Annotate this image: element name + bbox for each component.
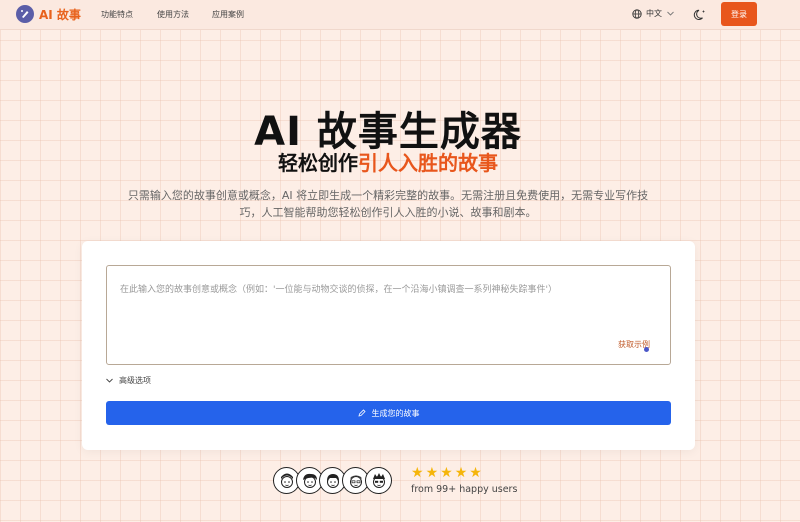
logo-text: AI 故事 (39, 7, 81, 22)
page-subtitle: 轻松创作引人入胜的故事 (0, 147, 776, 176)
globe-icon (632, 8, 642, 19)
user-avatars (273, 467, 392, 494)
rating-stars: ★ ★ ★ ★ ★ (411, 465, 484, 481)
story-idea-textarea[interactable]: 在此输入您的故事创意或概念（例如：'一位能与动物交谈的侦探，在一个沿海小镇调查一… (106, 265, 671, 365)
star-icon: ★ (454, 465, 468, 481)
chevron-down-icon (667, 11, 674, 16)
language-label: 中文 (646, 9, 662, 18)
nav-link-how-to-use[interactable]: 使用方法 (157, 9, 189, 20)
textarea-placeholder: 在此输入您的故事创意或概念（例如：'一位能与动物交谈的侦探，在一个沿海小镇调查一… (120, 285, 557, 295)
theme-toggle-button[interactable] (693, 7, 707, 21)
advanced-options-toggle[interactable]: 高级选项 (106, 375, 151, 386)
star-icon: ★ (411, 465, 424, 481)
subtitle-plain: 轻松创作 (278, 151, 358, 175)
advanced-options-label: 高级选项 (119, 376, 151, 385)
star-icon: ★ (425, 465, 439, 481)
happy-users-text: from 99+ happy users (411, 484, 518, 495)
login-button[interactable]: 登录 (721, 2, 757, 26)
brand-logo[interactable]: AI 故事 (16, 5, 81, 23)
star-icon: ★ (469, 465, 482, 481)
cursor-dot (644, 347, 649, 352)
generate-story-button[interactable]: 生成您的故事 (106, 401, 671, 425)
pencil-icon (357, 409, 366, 417)
hero-description: 只需输入您的故事创意或概念，AI 将立即生成一个精彩完整的故事。无需注册且免费使… (127, 189, 649, 219)
story-form-card: 在此输入您的故事创意或概念（例如：'一位能与动物交谈的侦探，在一个沿海小镇调查一… (82, 241, 695, 450)
logo-icon (16, 5, 34, 23)
subtitle-highlight: 引人入胜的故事 (358, 151, 498, 175)
top-navbar: AI 故事 功能特点 使用方法 应用案例 中文 登录 (0, 0, 800, 30)
chevron-down-icon (106, 378, 113, 383)
nav-link-use-cases[interactable]: 应用案例 (212, 9, 244, 20)
moon-icon (693, 9, 705, 20)
language-selector[interactable]: 中文 (632, 8, 674, 19)
generate-label: 生成您的故事 (371, 408, 420, 418)
star-icon: ★ (440, 465, 453, 481)
nav-link-features[interactable]: 功能特点 (101, 9, 133, 20)
avatar (365, 467, 392, 494)
